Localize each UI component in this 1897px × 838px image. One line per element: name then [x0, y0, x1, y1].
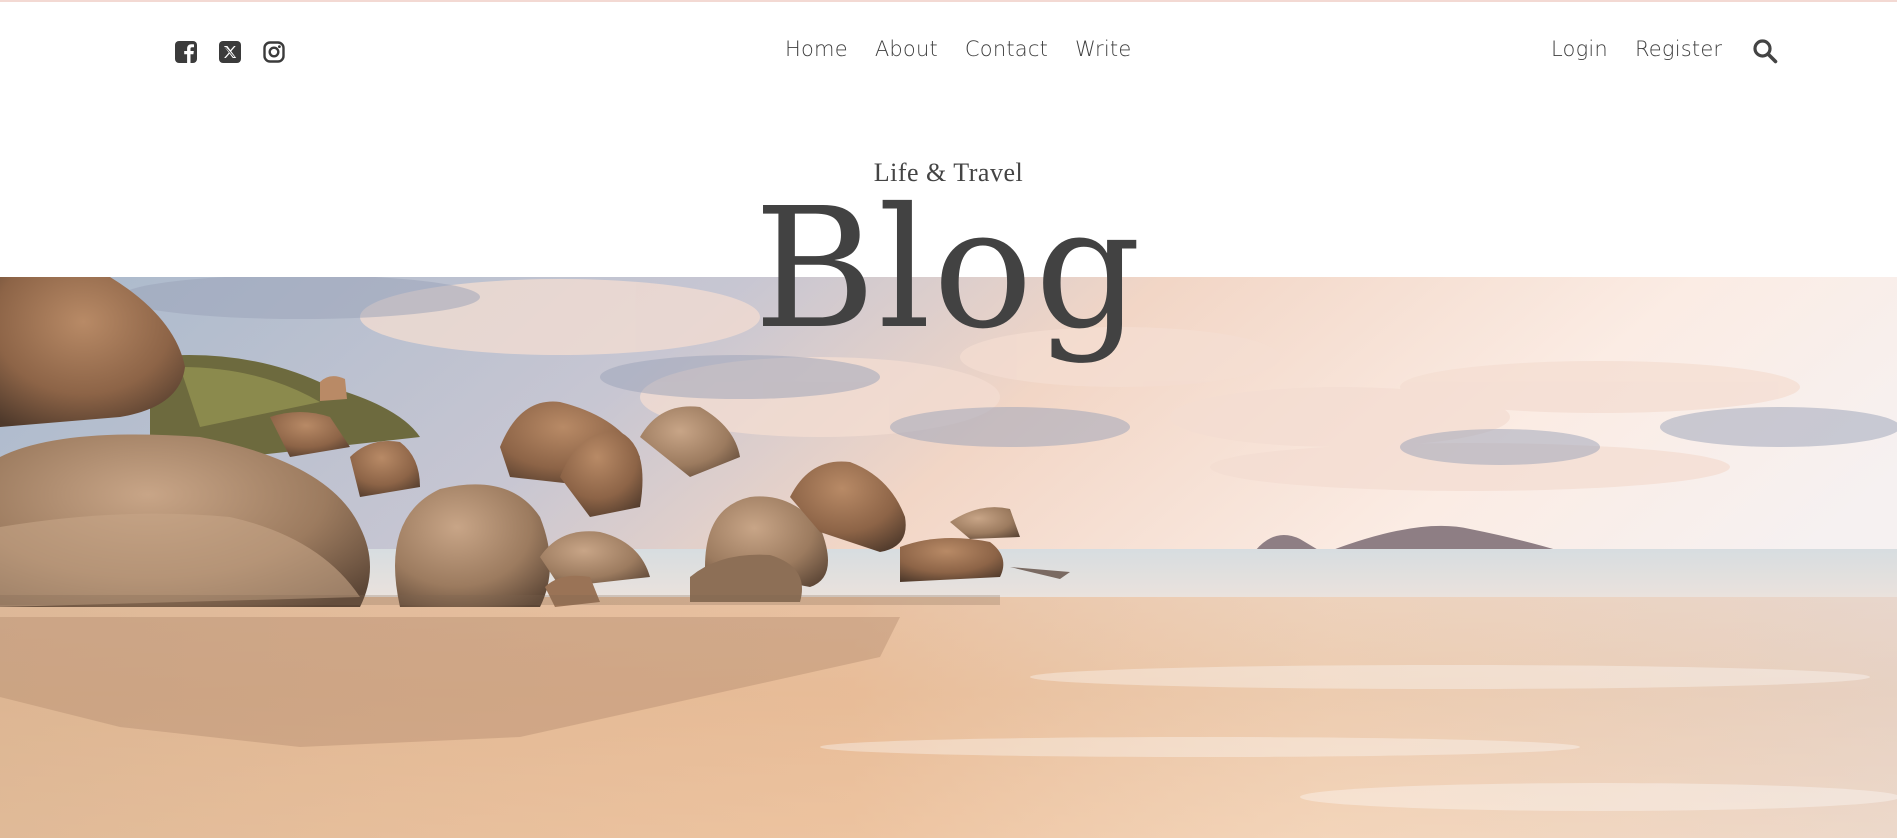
main-nav: Home About Contact Write	[785, 37, 1131, 61]
nav-about[interactable]: About	[875, 37, 938, 61]
site-subtitle: Life & Travel	[873, 158, 1024, 187]
search-icon[interactable]	[1752, 38, 1778, 64]
facebook-square-icon[interactable]	[174, 40, 198, 64]
nav-home[interactable]: Home	[785, 37, 848, 61]
nav-register[interactable]: Register	[1635, 37, 1722, 61]
social-links	[174, 40, 286, 64]
x-twitter-square-icon[interactable]	[218, 40, 242, 64]
nav-write[interactable]: Write	[1075, 37, 1131, 61]
nav-contact[interactable]: Contact	[965, 37, 1048, 61]
beach-rocks-sunset-photo	[0, 277, 1897, 838]
hero-image	[0, 277, 1897, 838]
nav-login[interactable]: Login	[1551, 37, 1608, 61]
top-navbar: Home About Contact Write Login Register	[0, 0, 1897, 102]
instagram-icon[interactable]	[262, 40, 286, 64]
auth-nav: Login Register	[1551, 37, 1722, 61]
